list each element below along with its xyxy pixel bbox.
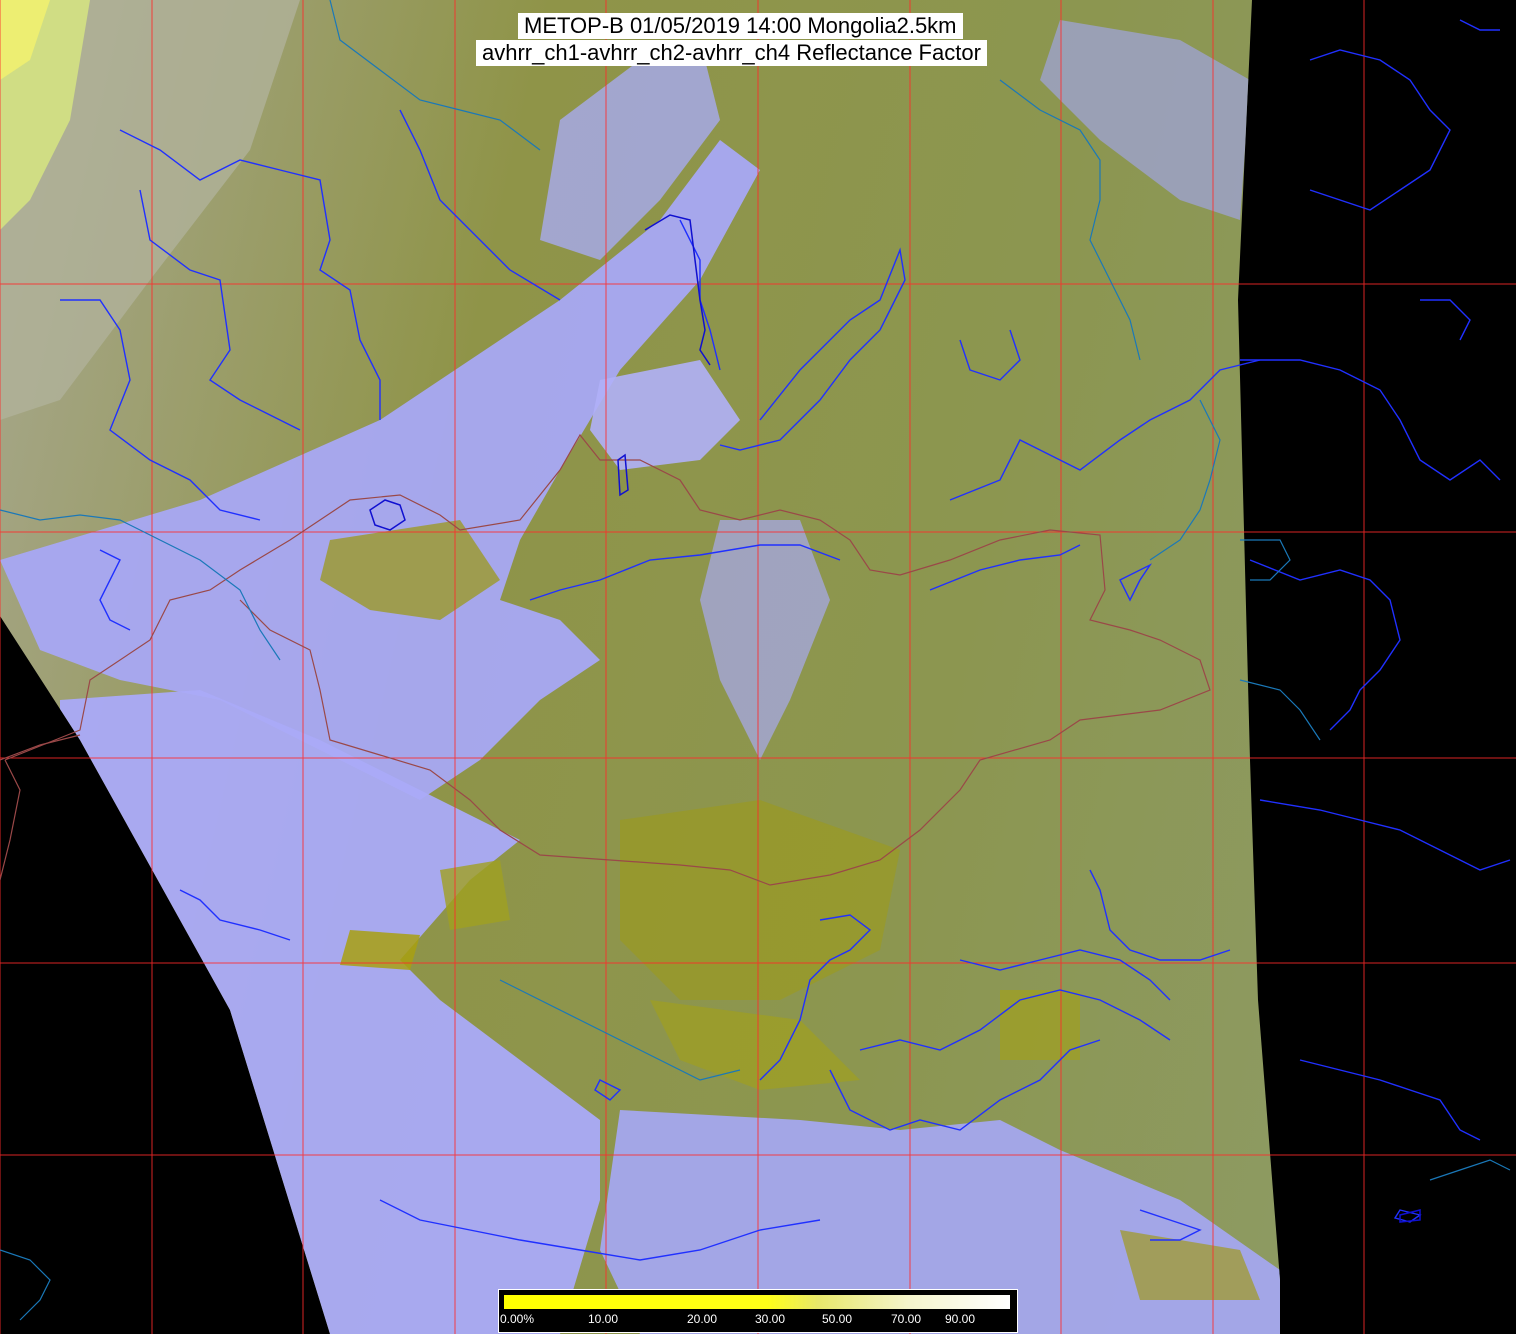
color-scale-legend: 0.00% 10.00 20.00 30.00 50.00 70.00 90.0… [498,1289,1018,1333]
legend-label-70: 70.00 [891,1312,922,1326]
legend-label-0: 0.00% [500,1312,535,1326]
land-patch [440,860,510,930]
legend-label-10: 10.00 [588,1312,619,1326]
land-patch [1000,990,1080,1060]
legend-label-90: 90.00 [945,1312,976,1326]
legend-label-20: 20.00 [687,1312,718,1326]
color-scale-bar [504,1295,1010,1309]
map-title-line-1: METOP-B 01/05/2019 14:00 Mongolia2.5km [518,13,963,39]
land-patch [340,930,420,970]
legend-label-30: 30.00 [755,1312,786,1326]
legend-label-50: 50.00 [822,1312,853,1326]
map-title-line-2: avhrr_ch1-avhrr_ch2-avhrr_ch4 Reflectanc… [476,40,987,66]
satellite-map [0,0,1516,1334]
